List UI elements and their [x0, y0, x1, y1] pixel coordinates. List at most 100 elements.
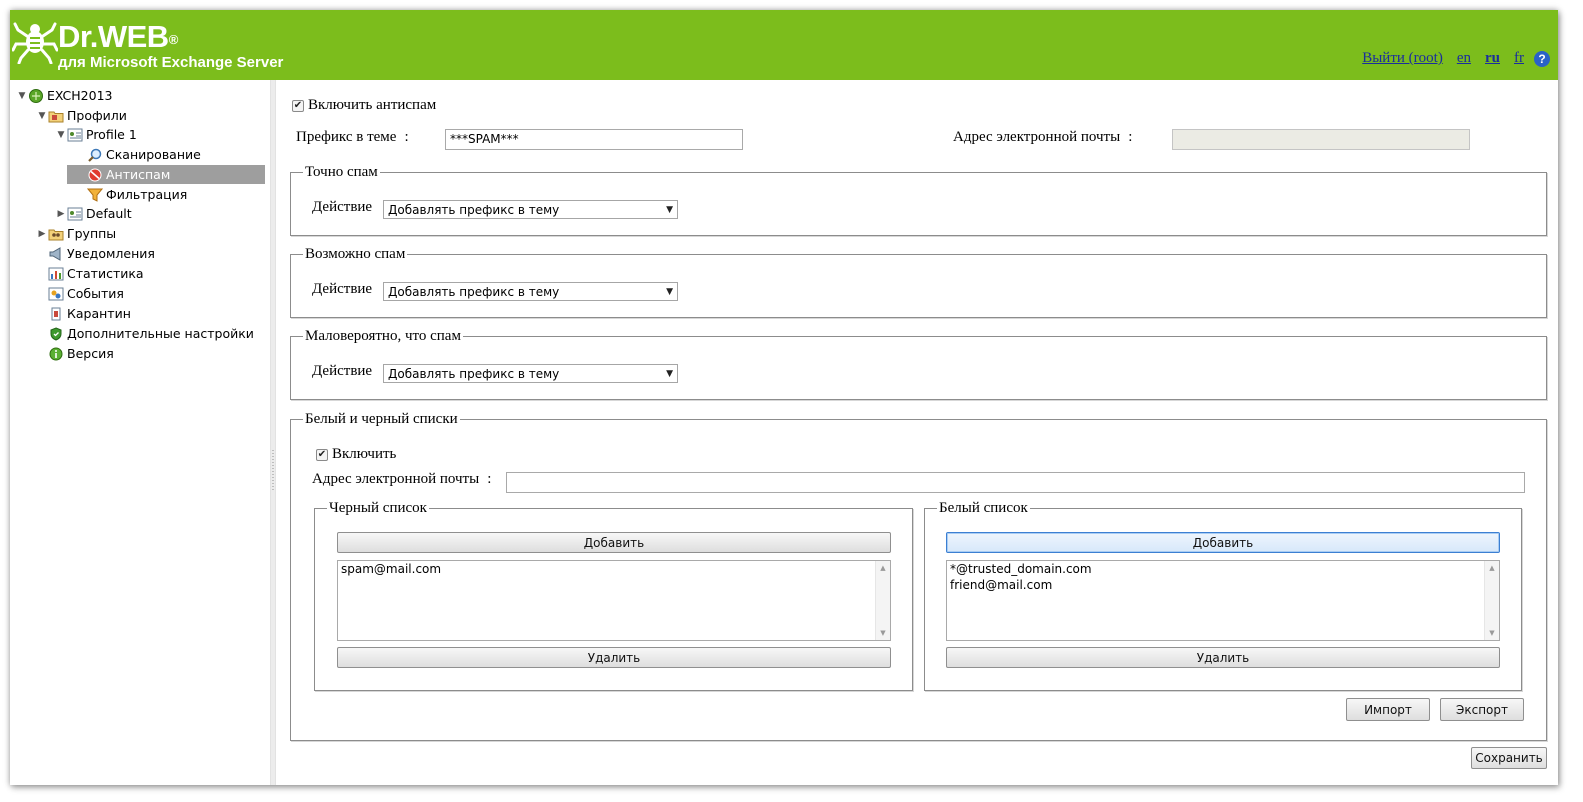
tree-label: EXCH2013: [47, 88, 113, 103]
notification-email-input[interactable]: [1172, 129, 1470, 150]
tree-label: Профили: [67, 108, 127, 123]
tree-node-statistics[interactable]: Статистика: [48, 264, 144, 283]
scroll-down-icon[interactable]: ▼: [876, 629, 890, 637]
gecko-spider-icon: [12, 22, 58, 64]
collapse-arrow-icon[interactable]: ▼: [16, 91, 28, 101]
tree-node-events[interactable]: События: [48, 284, 124, 303]
group-legend: Маловероятно, что спам: [305, 328, 461, 344]
dropdown-arrow-icon: ▼: [666, 286, 673, 297]
tree-node-quarantine[interactable]: Карантин: [48, 304, 131, 323]
header-bar: Dr.WEB® для Microsoft Exchange Server Вы…: [10, 10, 1558, 80]
tree-node-antispam[interactable]: Антиспам: [67, 165, 265, 184]
select-value: Добавлять префикс в тему: [388, 366, 560, 381]
enable-lists-checkbox[interactable]: ✔: [316, 448, 328, 461]
tree-node-profiles[interactable]: ▼ Профили: [36, 106, 127, 125]
antispam-icon: [87, 168, 103, 182]
blacklist-remove-button[interactable]: Удалить: [337, 647, 891, 668]
import-button[interactable]: Импорт: [1346, 698, 1430, 721]
bar-chart-icon: [48, 267, 64, 281]
shield-settings-icon: [48, 326, 64, 341]
tree-node-default[interactable]: ▶ Default: [55, 204, 132, 223]
blacklist-listbox[interactable]: spam@mail.com ▲ ▼: [337, 560, 891, 641]
brand-subtitle: для Microsoft Exchange Server: [58, 54, 284, 71]
list-item[interactable]: spam@mail.com: [338, 561, 890, 577]
group-legend: Возможно спам: [305, 246, 406, 262]
quarantine-icon: [48, 307, 64, 321]
listbox-scrollbar[interactable]: ▲ ▼: [1484, 561, 1499, 640]
group-legend: Точно спам: [305, 164, 378, 180]
tree-node-scanning[interactable]: Сканирование: [87, 145, 201, 164]
tree-label: Карантин: [67, 306, 131, 321]
dropdown-arrow-icon: ▼: [666, 368, 673, 379]
list-item[interactable]: friend@mail.com: [947, 577, 1499, 593]
whitelist-listbox[interactable]: *@trusted_domain.com friend@mail.com ▲ ▼: [946, 560, 1500, 641]
collapse-arrow-icon[interactable]: ▼: [36, 111, 48, 121]
prefix-input[interactable]: ***SPAM***: [445, 129, 743, 150]
group-legend: Белый и черный списки: [305, 411, 458, 427]
list-email-colon: :: [487, 471, 492, 487]
enable-antispam-checkbox[interactable]: ✔: [292, 99, 304, 112]
tree-label: Default: [86, 206, 132, 221]
lang-ru-link[interactable]: ru: [1485, 50, 1500, 67]
list-item[interactable]: *@trusted_domain.com: [947, 561, 1499, 577]
probably-spam-action-select[interactable]: Добавлять префикс в тему ▼: [383, 282, 678, 301]
group-legend: Черный список: [329, 500, 427, 516]
group-legend: Белый список: [939, 500, 1028, 516]
tree-label: Группы: [67, 226, 117, 241]
blacklist-add-button[interactable]: Добавить: [337, 532, 891, 553]
expand-arrow-icon[interactable]: ▶: [36, 229, 48, 239]
enable-lists-row: ✔ Включить: [316, 446, 396, 463]
app-window: Dr.WEB® для Microsoft Exchange Server Вы…: [10, 10, 1558, 785]
tree-label: Profile 1: [86, 127, 137, 142]
list-email-label-row: Адрес электронной почты :: [312, 471, 491, 488]
tree-node-notifications[interactable]: Уведомления: [48, 244, 155, 263]
email-label-row: Адрес электронной почты :: [953, 129, 1132, 146]
tree-node-advanced-settings[interactable]: Дополнительные настройки: [48, 324, 254, 343]
prefix-label: Префикс в теме: [296, 129, 397, 145]
select-value: Добавлять префикс в тему: [388, 202, 560, 217]
export-button[interactable]: Экспорт: [1440, 698, 1524, 721]
save-button[interactable]: Сохранить: [1471, 747, 1547, 769]
drweb-logo: Dr.WEB® для Microsoft Exchange Server: [12, 18, 284, 78]
help-icon[interactable]: ?: [1534, 50, 1550, 67]
tree-node-exch2013[interactable]: ▼ EXCH2013: [16, 86, 113, 105]
tree-label: События: [67, 286, 124, 301]
tree-node-groups[interactable]: ▶ Группы: [36, 224, 117, 243]
prefix-label-row: Префикс в теме :: [296, 129, 409, 146]
list-email-input[interactable]: [506, 472, 1525, 493]
logout-link[interactable]: Выйти (root): [1362, 50, 1443, 67]
brand-name: Dr.WEB®: [58, 19, 178, 54]
splitter-grip[interactable]: [272, 450, 274, 490]
whitelist-remove-button[interactable]: Удалить: [946, 647, 1500, 668]
lang-en-link[interactable]: en: [1457, 50, 1471, 67]
folder-icon: [48, 109, 64, 123]
tree-node-filtering[interactable]: Фильтрация: [87, 185, 187, 204]
collapse-arrow-icon[interactable]: ▼: [55, 130, 67, 140]
scroll-down-icon[interactable]: ▼: [1485, 629, 1499, 637]
profile-icon: [67, 128, 83, 142]
email-label: Адрес электронной почты: [953, 129, 1121, 145]
scroll-up-icon[interactable]: ▲: [1485, 564, 1499, 572]
expand-arrow-icon[interactable]: ▶: [55, 209, 67, 219]
action-label: Действие: [312, 363, 373, 379]
header-links: Выйти (root) en ru fr ?: [1362, 50, 1550, 67]
prefix-colon: :: [404, 129, 409, 145]
definitely-spam-action-select[interactable]: Добавлять префикс в тему ▼: [383, 200, 678, 219]
tree-label: Фильтрация: [106, 187, 188, 202]
tree-label: Версия: [67, 346, 114, 361]
info-icon: [48, 347, 64, 361]
tree-node-version[interactable]: Версия: [48, 344, 114, 363]
tree-node-profile-1[interactable]: ▼ Profile 1: [55, 125, 137, 144]
lang-fr-link[interactable]: fr: [1514, 50, 1524, 67]
whitelist-add-button[interactable]: Добавить: [946, 532, 1500, 553]
enable-antispam-label: Включить антиспам: [308, 97, 437, 113]
listbox-scrollbar[interactable]: ▲ ▼: [875, 561, 890, 640]
action-label: Действие: [312, 199, 373, 215]
navigation-tree: ▼ EXCH2013 ▼ Профили ▼ Profile 1 Сканиро…: [10, 80, 270, 785]
enable-antispam-row: ✔ Включить антиспам: [292, 97, 436, 114]
profile-icon: [67, 207, 83, 221]
tree-label: Сканирование: [106, 147, 201, 162]
scroll-up-icon[interactable]: ▲: [876, 564, 890, 572]
unlikely-spam-action-select[interactable]: Добавлять префикс в тему ▼: [383, 364, 678, 383]
antispam-settings-panel: ✔ Включить антиспам Префикс в теме : ***…: [276, 80, 1558, 785]
